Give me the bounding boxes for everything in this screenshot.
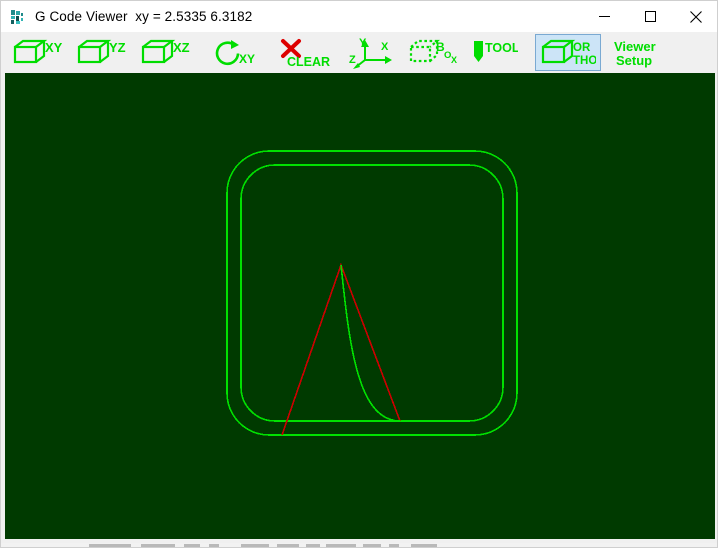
ortho-button[interactable]: OR THO	[535, 34, 601, 71]
svg-text:X: X	[451, 55, 457, 65]
viewer-setup-button[interactable]: Viewer Setup	[610, 34, 680, 71]
svg-text:Z: Z	[349, 54, 356, 66]
tool-button[interactable]: TOOL	[467, 34, 521, 71]
axes-button[interactable]: Y X Z	[345, 34, 399, 71]
svg-text:CLEAR: CLEAR	[287, 55, 330, 69]
gcode-viewer-window: G Code Viewer xy = 2.5335 6.3182 XY YZ X…	[0, 0, 718, 548]
view-yz-button[interactable]: YZ	[73, 34, 135, 71]
svg-text:Setup: Setup	[616, 53, 652, 68]
taskbar-sliver	[1, 543, 717, 547]
svg-text:XY: XY	[239, 52, 255, 66]
minimize-button[interactable]	[581, 1, 627, 32]
toolbar: XY YZ XZ XY CLEAR Y X Z B O X TOOL OR TH…	[1, 32, 717, 73]
title-bar: G Code Viewer xy = 2.5335 6.3182	[1, 1, 717, 32]
svg-text:YZ: YZ	[109, 40, 126, 55]
svg-text:OR: OR	[573, 42, 591, 54]
canvas-background	[5, 73, 715, 539]
svg-text:Y: Y	[359, 37, 367, 49]
box-button[interactable]: B O X	[405, 34, 463, 71]
window-controls	[581, 1, 717, 32]
clear-button[interactable]: CLEAR	[275, 34, 337, 71]
svg-text:Viewer: Viewer	[614, 39, 656, 54]
gcode-toolpath-canvas[interactable]	[5, 73, 715, 539]
maximize-button[interactable]	[627, 1, 673, 32]
svg-text:THO: THO	[573, 55, 596, 67]
svg-text:XY: XY	[45, 40, 63, 55]
gcode-viewer-app-icon	[10, 9, 26, 25]
svg-text:XZ: XZ	[173, 40, 190, 55]
view-xy-button[interactable]: XY	[9, 34, 71, 71]
svg-text:TOOL: TOOL	[485, 41, 518, 55]
view-xz-button[interactable]: XZ	[137, 34, 199, 71]
rotate-xy-button[interactable]: XY	[209, 34, 265, 71]
close-button[interactable]	[673, 1, 717, 32]
window-title: G Code Viewer xy = 2.5335 6.3182	[35, 9, 253, 24]
svg-text:X: X	[381, 41, 389, 53]
